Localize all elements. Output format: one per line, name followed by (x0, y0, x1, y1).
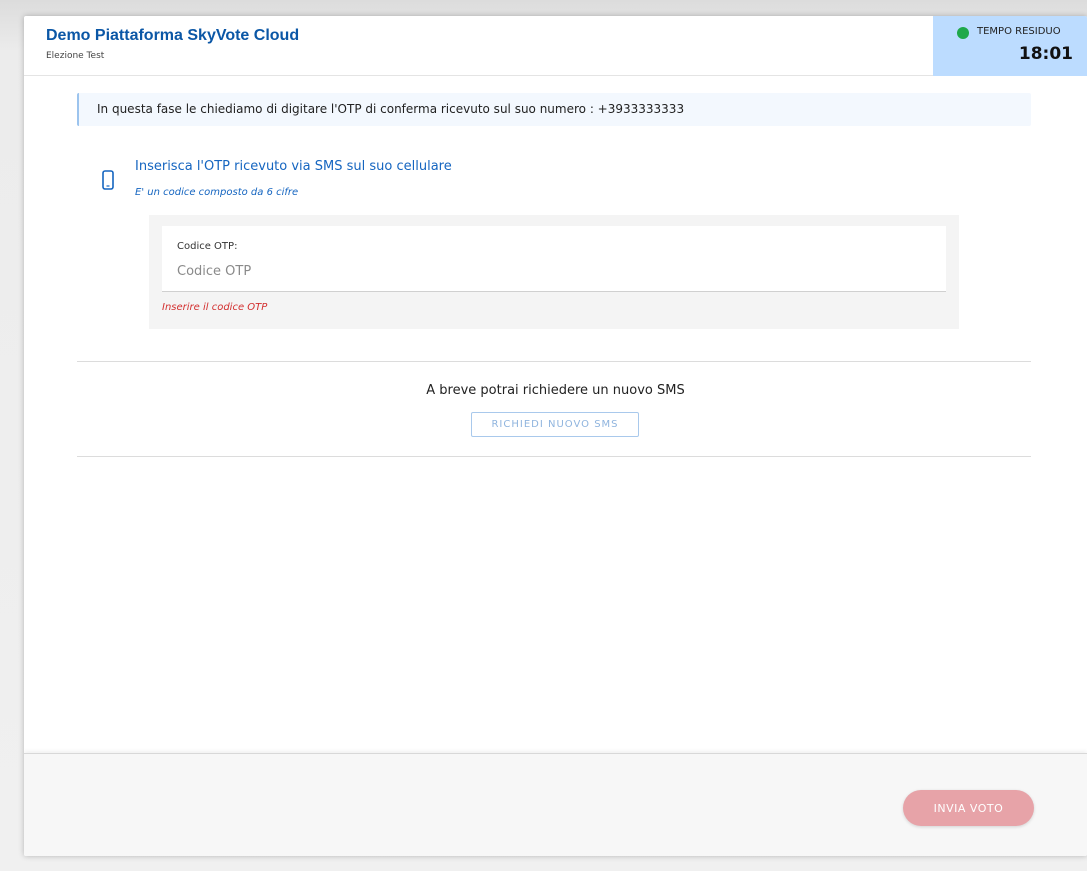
remaining-time-panel: TEMPO RESIDUO 18:01 (933, 16, 1087, 76)
divider-bottom (77, 456, 1031, 457)
otp-input[interactable] (177, 259, 937, 283)
mobile-phone-icon (102, 170, 114, 194)
status-dot-icon (957, 27, 969, 39)
election-name: Elezione Test (46, 51, 105, 61)
resend-sms-text: A breve potrai richiedere un nuovo SMS (426, 383, 685, 398)
otp-field-container: Codice OTP: (162, 226, 946, 292)
request-new-sms-button[interactable]: RICHIEDI NUOVO SMS (471, 412, 639, 437)
otp-form: Codice OTP: Inserire il codice OTP (149, 215, 959, 329)
app-header: Demo Piattaforma SkyVote Cloud Elezione … (24, 16, 1087, 76)
send-vote-button[interactable]: INVIA VOTO (903, 790, 1034, 826)
otp-field-label: Codice OTP: (177, 241, 238, 252)
footer-bar: INVIA VOTO (24, 753, 1087, 856)
otp-hint: E' un codice composto da 6 cifre (135, 187, 299, 198)
otp-error-message: Inserire il codice OTP (162, 302, 268, 313)
voting-card: Demo Piattaforma SkyVote Cloud Elezione … (24, 16, 1087, 856)
remaining-time-label: TEMPO RESIDUO (977, 26, 1061, 37)
otp-info-banner: In questa fase le chiediamo di digitare … (77, 93, 1031, 126)
page-background: Demo Piattaforma SkyVote Cloud Elezione … (0, 0, 1087, 871)
otp-heading: Inserisca l'OTP ricevuto via SMS sul suo… (135, 159, 452, 174)
app-title: Demo Piattaforma SkyVote Cloud (46, 27, 300, 44)
remaining-time-value: 18:01 (1018, 44, 1073, 64)
divider-top (77, 361, 1031, 362)
